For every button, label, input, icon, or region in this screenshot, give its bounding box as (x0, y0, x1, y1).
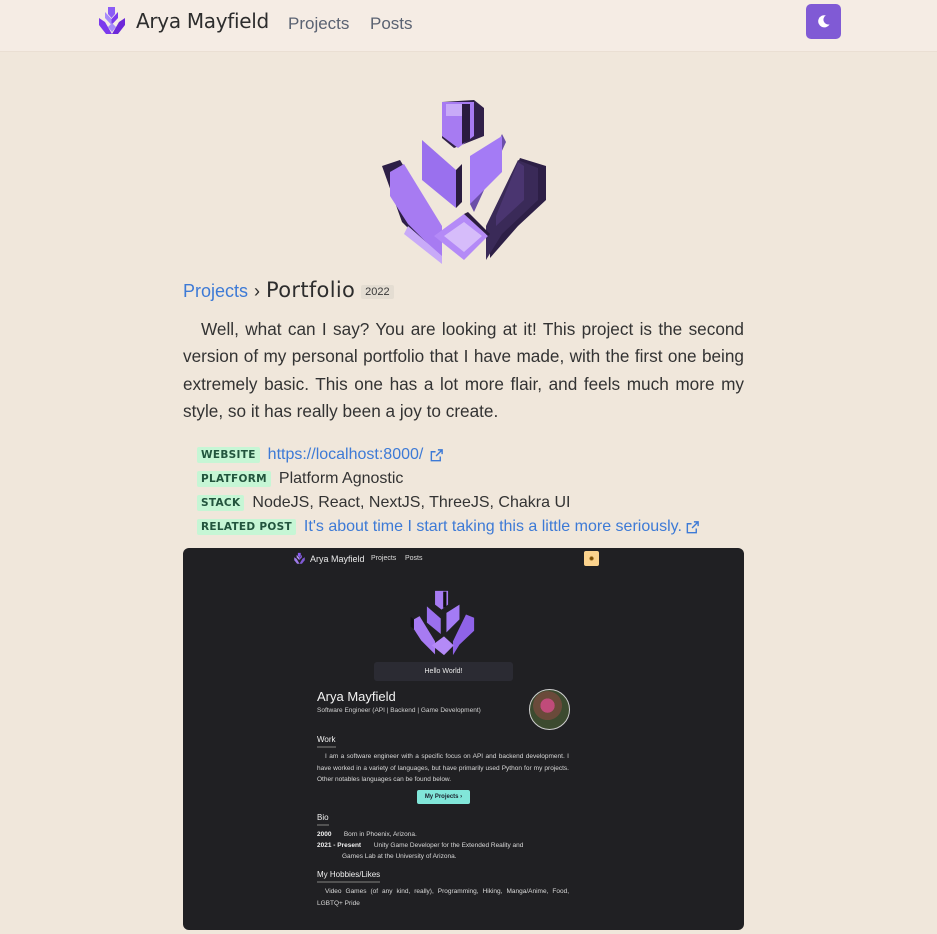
external-link-icon (430, 448, 444, 462)
lotus-logo-icon (294, 552, 305, 564)
moon-icon (818, 15, 830, 28)
brand-home-link[interactable]: Arya Mayfield (96, 4, 269, 38)
stack-value: NodeJS, React, NextJS, ThreeJS, Chakra U… (252, 494, 571, 512)
project-screenshot: Arya Mayfield Projects Posts ✹ Hello Wor… (183, 548, 744, 930)
bio-year: 2000 (317, 831, 332, 838)
screenshot-nav-posts: Posts (405, 555, 423, 562)
website-link[interactable]: https://localhost:8000/ (268, 446, 445, 464)
screenshot-subtitle: Software Engineer (API | Backend | Game … (317, 707, 481, 714)
brand-name: Arya Mayfield (136, 9, 269, 33)
page-title: Portfolio (266, 278, 356, 302)
bio-text: Unity Game Developer for the Extended Re… (373, 842, 524, 849)
project-content: Projects › Portfolio 2022 Well, what can… (183, 278, 744, 539)
meta-platform: PLATFORM Platform Agnostic (197, 467, 744, 491)
screenshot-hobbies-heading: My Hobbies/Likes (317, 870, 381, 883)
screenshot-name: Arya Mayfield (317, 689, 396, 704)
screenshot-work-heading: Work (317, 735, 336, 748)
screenshot-brand: Arya Mayfield (293, 552, 365, 565)
screenshot-hobbies-text: Video Games (of any kind, really), Progr… (317, 888, 569, 907)
website-link-label: https://localhost:8000/ (267, 446, 424, 464)
bio-text: Born in Phoenix, Arizona. (343, 831, 417, 838)
project-meta-list: WEBSITE https://localhost:8000/ PLATFORM… (183, 443, 744, 539)
meta-tag: WEBSITE (197, 447, 260, 464)
related-post-label: It's about time I start taking this a li… (303, 518, 682, 536)
nav-link-projects[interactable]: Projects (288, 14, 349, 34)
breadcrumb-projects-link[interactable]: Projects (183, 281, 248, 302)
nav-link-posts[interactable]: Posts (370, 14, 413, 34)
external-link-icon (686, 520, 699, 534)
screenshot-bio-row: 2000 Born in Phoenix, Arizona. (317, 829, 417, 840)
theme-toggle-button[interactable] (806, 4, 841, 39)
screenshot-projects-button: My Projects › (417, 790, 470, 804)
meta-related-post: RELATED POST It's about time I start tak… (197, 515, 744, 539)
sun-icon: ✹ (588, 555, 595, 563)
related-post-link[interactable]: It's about time I start taking this a li… (304, 518, 700, 536)
meta-tag: PLATFORM (197, 471, 271, 488)
lotus-3d-logo (382, 100, 546, 264)
meta-tag: RELATED POST (197, 519, 296, 536)
screenshot-bio-row: 2021 - Present Unity Game Developer for … (317, 840, 523, 862)
platform-value: Platform Agnostic (278, 470, 404, 488)
top-nav: Arya Mayfield Projects Posts (0, 0, 937, 52)
screenshot-lotus-logo (410, 590, 475, 656)
lotus-logo-icon (99, 7, 125, 34)
screenshot-bio-heading: Bio (317, 813, 329, 826)
screenshot-avatar (529, 689, 570, 730)
meta-stack: STACK NodeJS, React, NextJS, ThreeJS, Ch… (197, 491, 744, 515)
year-badge: 2022 (361, 285, 394, 299)
meta-tag: STACK (197, 495, 245, 512)
breadcrumb-separator: › (254, 281, 261, 301)
bio-year: 2021 - Present (317, 842, 362, 849)
screenshot-hello-banner: Hello World! (374, 662, 513, 681)
screenshot-work-text: I am a software engineer with a specific… (317, 753, 569, 783)
project-description: Well, what can I say? You are looking at… (183, 319, 744, 421)
screenshot-nav-projects: Projects (371, 555, 397, 562)
meta-website: WEBSITE https://localhost:8000/ (197, 443, 744, 467)
bio-text-continued: Games Lab at the University of Arizona. (342, 853, 457, 860)
screenshot-brand-name: Arya Mayfield (310, 553, 365, 564)
screenshot-theme-toggle: ✹ (584, 551, 599, 566)
breadcrumb: Projects › Portfolio 2022 (183, 278, 744, 304)
